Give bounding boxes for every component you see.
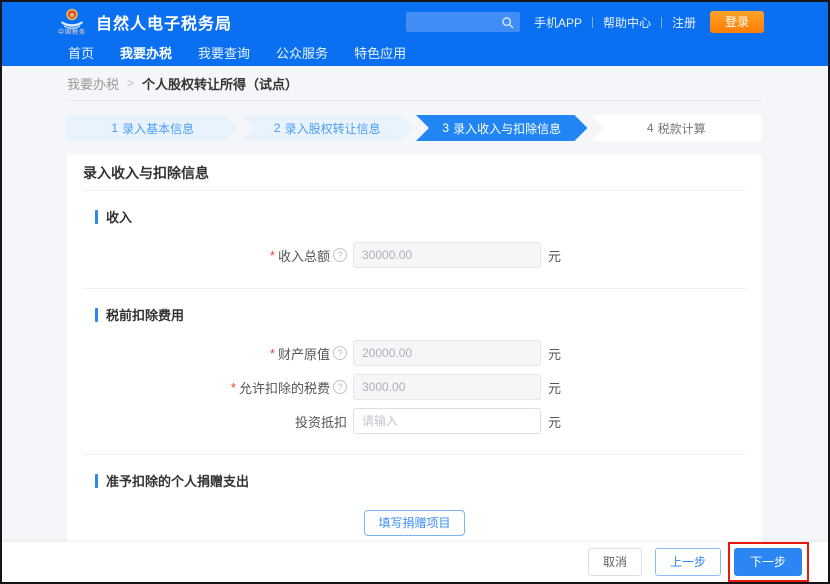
browser-page: 中国税务 自然人电子税务局 手机APP 帮助中心 注册 登录 首页 我要办税 我	[0, 0, 830, 584]
previous-step-button[interactable]: 上一步	[655, 548, 721, 576]
required-mark: *	[270, 346, 275, 361]
search-input[interactable]	[406, 12, 520, 32]
tax-emblem-icon	[59, 8, 85, 30]
step-number: 4	[647, 121, 654, 135]
app-title: 自然人电子税务局	[96, 10, 232, 34]
field-label: * 收入总额 ?	[83, 246, 353, 265]
link-divider	[661, 17, 662, 28]
field-row-total-income: * 收入总额 ? 元	[83, 242, 746, 268]
nav-item-home[interactable]: 首页	[68, 43, 94, 62]
section-bar	[95, 474, 98, 488]
investment-deduction-label: 投资抵扣	[295, 412, 347, 431]
cancel-button[interactable]: 取消	[588, 548, 642, 576]
section-bar	[95, 210, 98, 224]
field-row-investment-deduction: 投资抵扣 元	[83, 408, 746, 434]
breadcrumb: 我要办税 > 个人股权转让所得（试点）	[67, 66, 762, 100]
property-value-input[interactable]	[353, 340, 541, 366]
page-body: 我要办税 > 个人股权转让所得（试点） 1 录入基本信息 2 录入股权转让信息 …	[2, 66, 828, 542]
field-row-deductible-tax: * 允许扣除的税费 ? 元	[83, 374, 746, 400]
help-center-link[interactable]: 帮助中心	[603, 14, 651, 31]
next-step-button[interactable]: 下一步	[734, 548, 802, 576]
mobile-app-link[interactable]: 手机APP	[534, 14, 582, 31]
field-row-property-value: * 财产原值 ? 元	[83, 340, 746, 366]
nav-item-public-service[interactable]: 公众服务	[276, 43, 328, 62]
section-income: 收入	[95, 207, 746, 226]
fill-donation-items-button[interactable]: 填写捐赠项目	[364, 510, 464, 536]
help-icon[interactable]: ?	[333, 248, 347, 262]
deductible-tax-input[interactable]	[353, 374, 541, 400]
section-donation: 准予扣除的个人捐赠支出	[95, 471, 746, 490]
deductible-tax-label: 允许扣除的税费	[239, 378, 330, 397]
breadcrumb-divider	[67, 100, 762, 101]
breadcrumb-separator: >	[127, 76, 134, 90]
step-label: 录入股权转让信息	[285, 120, 381, 137]
total-income-label: 收入总额	[278, 246, 330, 265]
unit-label: 元	[548, 246, 561, 265]
step-number: 2	[274, 121, 281, 135]
required-mark: *	[231, 380, 236, 395]
help-icon[interactable]: ?	[333, 346, 347, 360]
field-label: * 允许扣除的税费 ?	[83, 378, 353, 397]
breadcrumb-parent[interactable]: 我要办税	[67, 74, 119, 93]
step-4-tax-calculation[interactable]: 4 税款计算	[591, 115, 763, 141]
nav-item-query[interactable]: 我要查询	[198, 43, 250, 62]
step-number: 1	[111, 121, 118, 135]
login-button[interactable]: 登录	[710, 11, 764, 33]
footer-action-bar: 取消 上一步 下一步	[2, 542, 828, 582]
next-step-button-wrapper: 下一步	[734, 548, 802, 576]
nav-item-taxation[interactable]: 我要办税	[120, 43, 172, 62]
section-bar	[95, 308, 98, 322]
step-label: 录入收入与扣除信息	[453, 120, 561, 137]
total-income-input[interactable]	[353, 242, 541, 268]
step-label: 税款计算	[658, 120, 706, 137]
step-number: 3	[442, 121, 449, 135]
logo-caption: 中国税务	[58, 30, 86, 36]
field-label: * 财产原值 ?	[83, 344, 353, 363]
section-divider	[83, 288, 746, 289]
tax-bureau-logo: 中国税务	[58, 8, 86, 36]
nav-item-featured-apps[interactable]: 特色应用	[354, 43, 406, 62]
main-nav: 首页 我要办税 我要查询 公众服务 特色应用	[2, 42, 828, 66]
breadcrumb-current: 个人股权转让所得（试点）	[142, 74, 298, 93]
required-mark: *	[270, 248, 275, 263]
section-donation-title: 准予扣除的个人捐赠支出	[106, 471, 249, 490]
field-label: 投资抵扣	[83, 412, 353, 431]
step-2-equity-transfer-info[interactable]: 2 录入股权转让信息	[242, 115, 414, 141]
section-deduction-title: 税前扣除费用	[106, 305, 184, 324]
investment-deduction-input[interactable]	[353, 408, 541, 434]
section-divider	[83, 454, 746, 455]
form-card: 录入收入与扣除信息 收入 * 收入总额 ? 元 税前扣除费用	[67, 155, 762, 542]
step-label: 录入基本信息	[122, 120, 194, 137]
unit-label: 元	[548, 344, 561, 363]
card-header: 录入收入与扣除信息	[83, 155, 746, 191]
step-3-income-deduction-info[interactable]: 3 录入收入与扣除信息	[416, 115, 588, 141]
donation-button-row: 填写捐赠项目	[83, 510, 746, 536]
register-link[interactable]: 注册	[672, 14, 696, 31]
section-pretax-deduction: 税前扣除费用	[95, 305, 746, 324]
card-title: 录入收入与扣除信息	[83, 163, 209, 183]
help-icon[interactable]: ?	[333, 380, 347, 394]
app-header: 中国税务 自然人电子税务局 手机APP 帮助中心 注册 登录 首页 我要办税 我	[2, 2, 828, 66]
unit-label: 元	[548, 412, 561, 431]
step-wizard: 1 录入基本信息 2 录入股权转让信息 3 录入收入与扣除信息 4 税款计算	[67, 115, 762, 141]
property-value-label: 财产原值	[278, 344, 330, 363]
step-1-basic-info[interactable]: 1 录入基本信息	[67, 115, 239, 141]
link-divider	[592, 17, 593, 28]
header-links: 手机APP 帮助中心 注册	[534, 14, 696, 31]
unit-label: 元	[548, 378, 561, 397]
section-income-title: 收入	[106, 207, 132, 226]
search-icon	[501, 16, 514, 29]
